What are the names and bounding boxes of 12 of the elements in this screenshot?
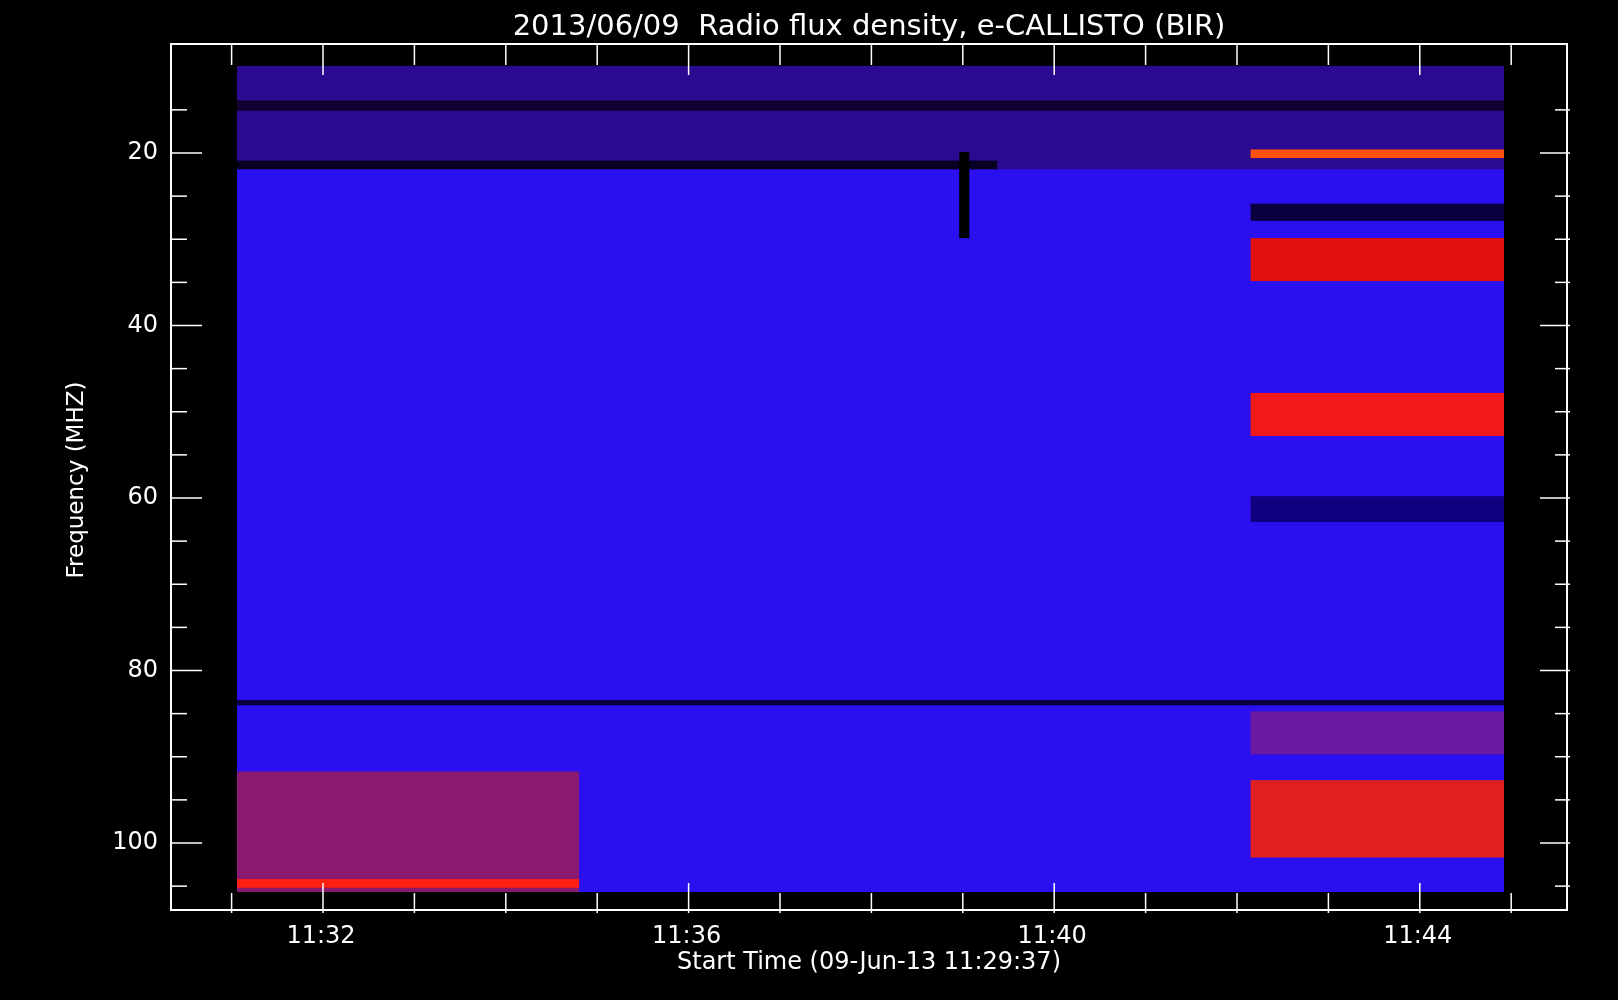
- y-tick-label: 60: [127, 484, 158, 508]
- x-axis-label: Start Time (09-Jun-13 11:29:37): [677, 949, 1061, 973]
- y-axis-label: Frequency (MHZ): [63, 381, 87, 579]
- x-tick-label: 11:32: [286, 923, 356, 947]
- plot-title: 2013/06/09 Radio flux density, e-CALLISTO (BIR): [512, 7, 1226, 43]
- y-tick-label: 20: [127, 139, 158, 163]
- y-tick-label: 80: [127, 656, 158, 681]
- x-tick-label: 11:44: [1383, 923, 1453, 947]
- y-tick-label: 100: [112, 829, 158, 853]
- y-tick-label: 40: [127, 311, 158, 336]
- x-tick-label: 11:36: [652, 923, 722, 947]
- x-tick-label: 11:40: [1017, 923, 1087, 947]
